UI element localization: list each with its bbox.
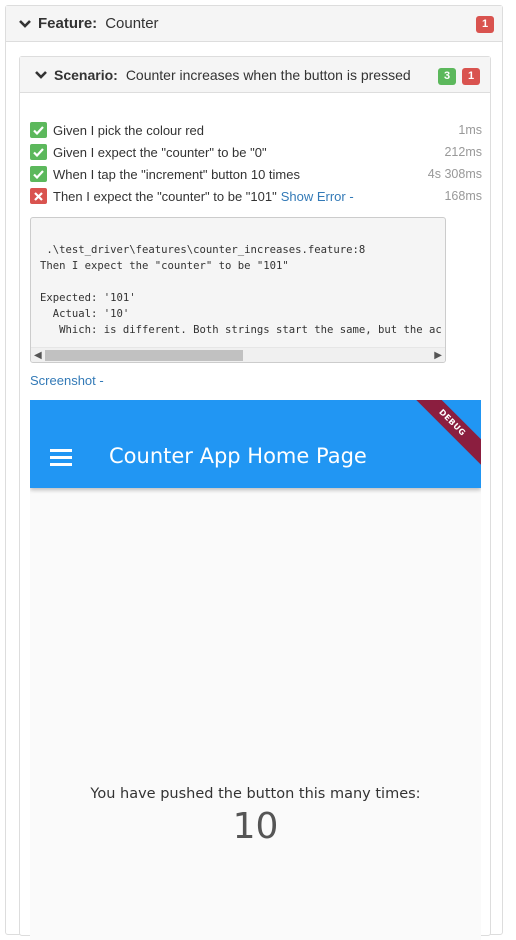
step-row: When I tap the "increment" button 10 tim… [30, 163, 482, 185]
chevron-down-icon[interactable] [34, 68, 48, 82]
chevron-down-icon[interactable] [18, 17, 32, 31]
scenario-name: Counter increases when the button is pre… [125, 66, 411, 83]
feature-keyword: Feature: [38, 15, 98, 32]
pass-count-badge: 3 [438, 68, 457, 85]
error-output: .\test_driver\features\counter_increases… [30, 217, 446, 363]
step-row: Then I expect the "counter" to be "101" … [30, 185, 482, 207]
app-title: Counter App Home Page [109, 444, 367, 468]
scenario-keyword: Scenario: [54, 66, 118, 83]
step-duration: 4s 308ms [427, 167, 482, 181]
scrollbar-thumb[interactable] [45, 350, 243, 361]
screenshot-link[interactable]: Screenshot - [30, 373, 104, 388]
step-row: Given I pick the colour red 1ms [30, 119, 482, 141]
fail-count-badge: 1 [462, 68, 480, 85]
fail-count-badge: 1 [476, 16, 494, 33]
check-icon [30, 144, 47, 160]
show-error-link[interactable]: Show Error - [281, 189, 354, 204]
counter-value: 10 [232, 806, 279, 847]
step-text: When I tap the "increment" button 10 tim… [53, 166, 300, 182]
step-text: Then I expect the "counter" to be "101" [53, 188, 277, 204]
step-text: Given I pick the colour red [53, 122, 205, 138]
error-text: .\test_driver\features\counter_increases… [40, 244, 442, 336]
close-icon [30, 188, 47, 204]
feature-panel: Feature: Counter 1 Scenario: Counter inc… [5, 5, 503, 940]
scenario-badges: 3 1 [436, 66, 480, 85]
check-icon [30, 166, 47, 182]
scroll-left-icon[interactable]: ◀ [34, 350, 42, 361]
step-duration: 168ms [444, 189, 482, 203]
step-duration: 1ms [458, 123, 482, 137]
scenario-header[interactable]: Scenario: Counter increases when the but… [20, 57, 490, 93]
step-text: Given I expect the "counter" to be "0" [53, 144, 267, 160]
feature-badges: 1 [476, 14, 494, 33]
step-row: Given I expect the "counter" to be "0" 2… [30, 141, 482, 163]
app-screenshot: Counter App Home Page DEBUG You have pus… [30, 400, 481, 940]
menu-icon [50, 449, 72, 466]
app-bar: Counter App Home Page [30, 400, 481, 488]
scenario-panel: Scenario: Counter increases when the but… [19, 56, 491, 940]
feature-header[interactable]: Feature: Counter 1 [6, 6, 502, 42]
feature-name: Counter [105, 15, 159, 32]
step-list: Given I pick the colour red 1ms Given I … [30, 119, 482, 207]
counter-label: You have pushed the button this many tim… [90, 786, 421, 802]
check-icon [30, 122, 47, 138]
horizontal-scrollbar[interactable]: ◀ ▶ [31, 347, 445, 362]
scroll-right-icon[interactable]: ▶ [434, 350, 442, 361]
step-duration: 212ms [444, 145, 482, 159]
